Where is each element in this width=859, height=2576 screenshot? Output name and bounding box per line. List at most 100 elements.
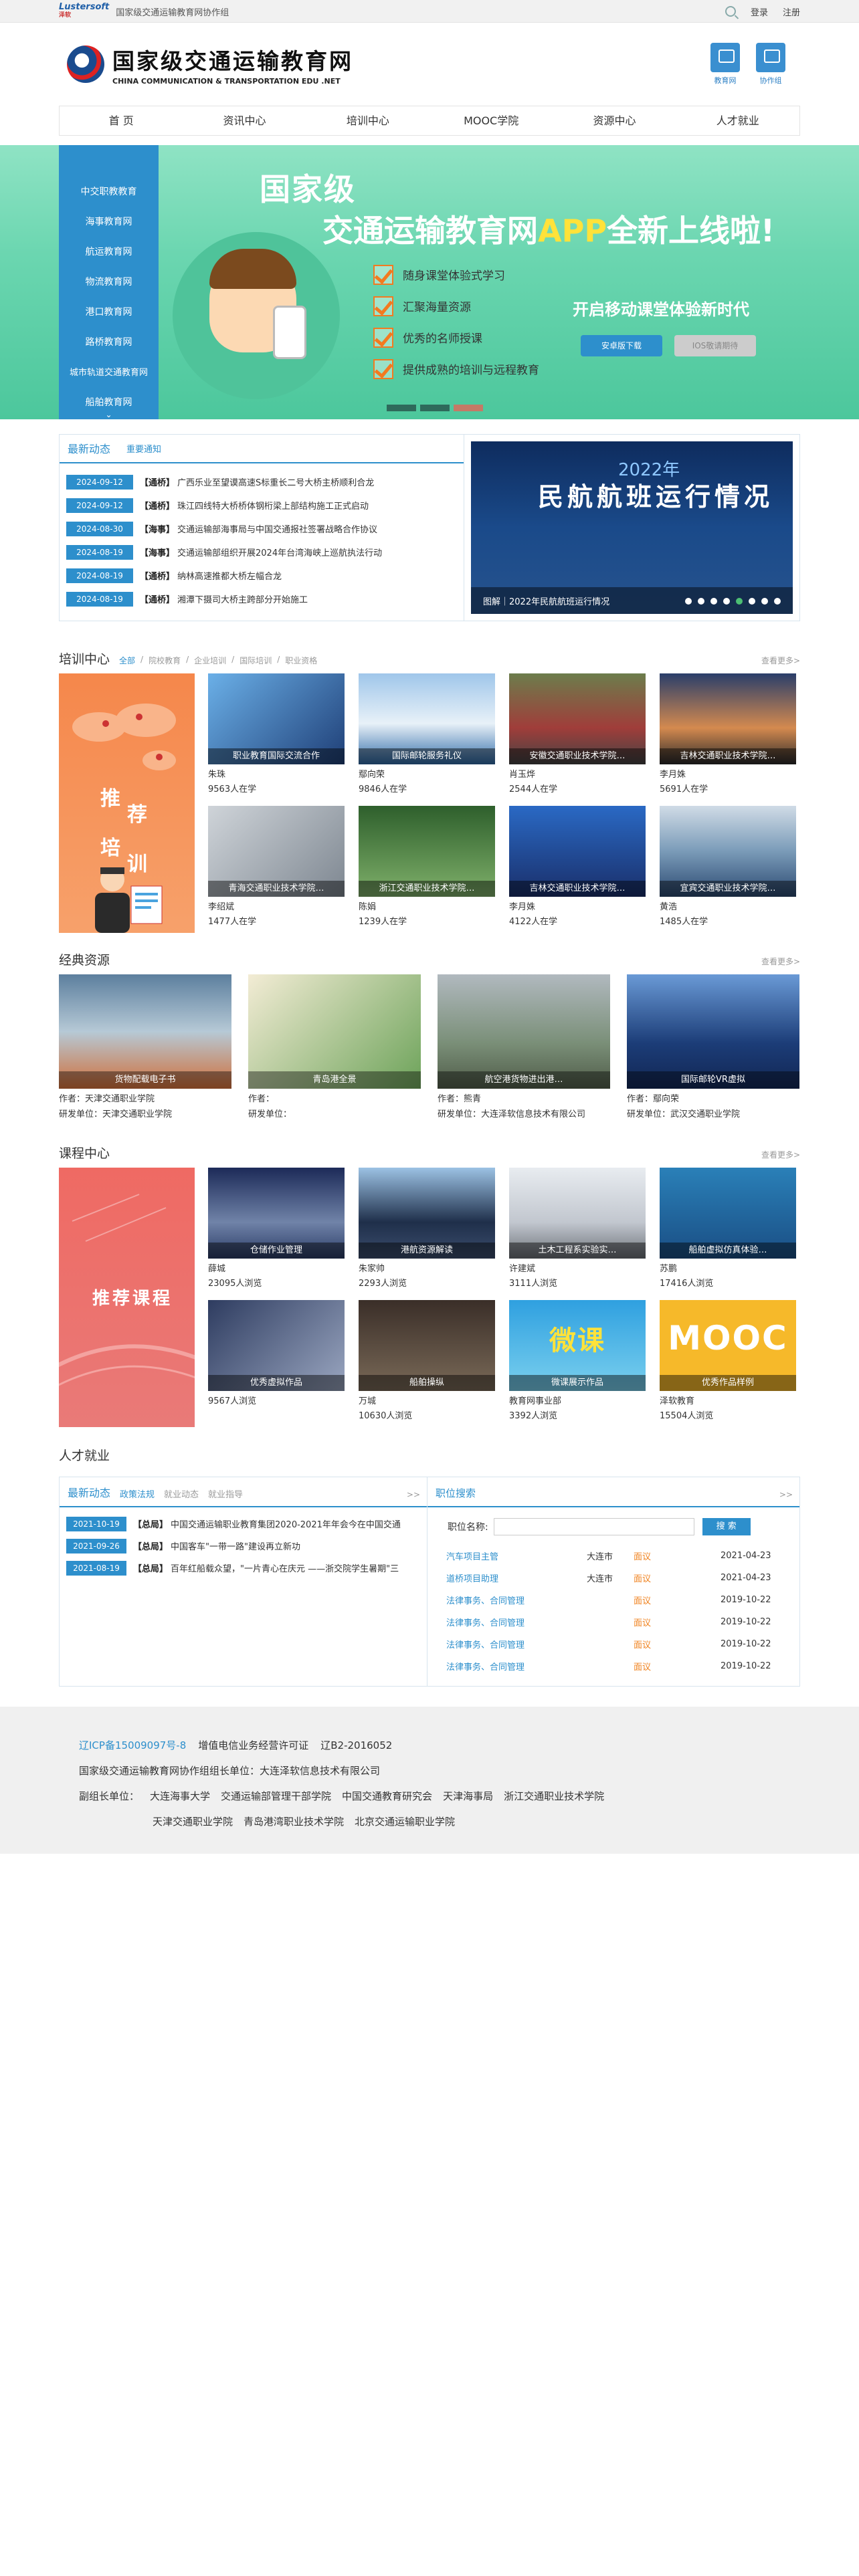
vice-unit-link[interactable]: 浙江交通职业技术学院 <box>504 1789 604 1803</box>
slide-dot[interactable] <box>685 598 692 605</box>
talent-news-item[interactable]: 2021-09-26 【总局】 中国客车"一带一路"建设再立新功 <box>60 1535 427 1557</box>
nav-resources[interactable]: 资源中心 <box>553 106 676 135</box>
job-row[interactable]: 法律事务、合同管理 面议 2019-10-22 <box>446 1633 781 1655</box>
login-link[interactable]: 登录 <box>751 5 768 18</box>
news-item[interactable]: 2024-08-19 【海事】 交通运输部组织开展2024年台湾海峡上巡航执法行动 <box>66 540 457 564</box>
ios-download-button[interactable]: IOS敬请期待 <box>674 335 756 356</box>
tab-job-news[interactable]: 就业动态 <box>164 1487 199 1506</box>
course-card[interactable]: 船舶操纵 万城 10630人浏览 <box>359 1300 495 1427</box>
slide-dot[interactable] <box>774 598 781 605</box>
vice-unit-link[interactable]: 中国交通教育研究会 <box>342 1789 432 1803</box>
news-item[interactable]: 2024-08-19 【通桥】 湘潭下摄司大桥主跨部分开始施工 <box>66 587 457 611</box>
course-card[interactable]: 港航资源解读 朱家帅 2293人浏览 <box>359 1168 495 1295</box>
collab-group-button[interactable]: 协作组 <box>756 43 785 86</box>
nav-news[interactable]: 资讯中心 <box>183 106 306 135</box>
side-menu-item[interactable]: 城市轨道交通教育网 <box>59 358 159 388</box>
training-card[interactable]: 安徽交通职业技术学院… 肖玉烨 2544人在学 <box>509 673 646 800</box>
resource-card[interactable]: 货物配载电子书 作者：天津交通职业学院 研发单位：天津交通职业学院 <box>59 974 231 1119</box>
job-row[interactable]: 道桥项目助理 大连市 面议 2021-04-23 <box>446 1567 781 1589</box>
news-item[interactable]: 2024-08-19 【通桥】 纳林高速推都大桥左幅合龙 <box>66 564 457 587</box>
tab-important-notice[interactable]: 重要通知 <box>126 442 161 462</box>
resource-card[interactable]: 青岛港全景 作者： 研发单位： <box>248 974 421 1119</box>
news-item[interactable]: 2024-08-30 【海事】 交通运输部海事局与中国交通报社签署战略合作协议 <box>66 517 457 540</box>
banner-dot[interactable] <box>420 405 450 411</box>
tab-talent-latest[interactable]: 最新动态 <box>68 1484 110 1506</box>
vice-unit-link[interactable]: 天津交通职业学院 <box>153 1814 233 1828</box>
edu-net-button[interactable]: 教育网 <box>710 43 740 86</box>
vice-unit-link[interactable]: 交通运输部管理干部学院 <box>221 1789 331 1803</box>
vice-unit-link[interactable]: 青岛港湾职业技术学院 <box>244 1814 344 1828</box>
banner-dot-active[interactable] <box>454 405 483 411</box>
news-item[interactable]: 2024-09-12 【通桥】 珠江四线特大桥桥体钢桁梁上部结构施工正式启动 <box>66 494 457 517</box>
vice-unit-link[interactable]: 大连海事大学 <box>150 1789 210 1803</box>
course-card[interactable]: 仓储作业管理 薛城 23095人浏览 <box>208 1168 345 1295</box>
news-item[interactable]: 2024-09-12 【通桥】 广西乐业至望谟高速S标重长二号大桥主桥顺利合龙 <box>66 470 457 494</box>
talent-more-arrows[interactable]: >> <box>407 1490 420 1499</box>
course-card[interactable]: MOOC 优秀作品样例 泽软教育 15504人浏览 <box>660 1300 796 1427</box>
side-menu-item[interactable]: 中交职教教育 <box>59 177 159 207</box>
side-menu-item[interactable]: 物流教育网 <box>59 267 159 298</box>
side-menu-item[interactable]: 港口教育网 <box>59 298 159 328</box>
nav-home[interactable]: 首 页 <box>60 106 183 135</box>
recommended-training-banner[interactable]: 推 荐 培 训 <box>59 673 195 933</box>
course-card[interactable]: 船舶虚拟仿真体验… 苏鹏 17416人浏览 <box>660 1168 796 1295</box>
nav-jobs[interactable]: 人才就业 <box>676 106 799 135</box>
nav-mooc[interactable]: MOOC学院 <box>430 106 553 135</box>
tab-latest-news[interactable]: 最新动态 <box>68 440 110 462</box>
course-more-link[interactable]: 查看更多> <box>761 1149 800 1160</box>
course-card[interactable]: 优秀虚拟作品 9567人浏览 <box>208 1300 345 1427</box>
side-menu-item[interactable]: 航运教育网 <box>59 237 159 267</box>
training-card[interactable]: 国际邮轮服务礼仪 鄢向荣 9846人在学 <box>359 673 495 800</box>
icp-link[interactable]: 辽ICP备15009097号-8 <box>79 1738 186 1752</box>
training-card[interactable]: 青海交通职业技术学院… 李绍斌 1477人在学 <box>208 806 345 933</box>
training-filter-enterprise[interactable]: 企业培训 <box>194 655 226 666</box>
training-card[interactable]: 吉林交通职业技术学院… 李月姝 4122人在学 <box>509 806 646 933</box>
chevron-down-icon[interactable]: ⌄ <box>59 410 159 419</box>
search-icon[interactable] <box>725 6 736 17</box>
vice-unit-link[interactable]: 天津海事局 <box>443 1789 493 1803</box>
job-row[interactable]: 法律事务、合同管理 面议 2019-10-22 <box>446 1611 781 1633</box>
news-slideshow[interactable]: 2022年 民航航班运行情况 图解｜2022年民航航班运行情况 <box>471 441 793 614</box>
resource-card[interactable]: 国际邮轮VR虚拟 作者：鄢向荣 研发单位：武汉交通职业学院 <box>627 974 799 1119</box>
training-filter-international[interactable]: 国际培训 <box>240 655 272 666</box>
jobs-more-arrows[interactable]: >> <box>779 1490 793 1499</box>
job-name-input[interactable] <box>493 1518 694 1535</box>
training-more-link[interactable]: 查看更多> <box>761 655 800 666</box>
android-download-button[interactable]: 安卓版下载 <box>581 335 662 356</box>
register-link[interactable]: 注册 <box>783 5 800 18</box>
job-row[interactable]: 汽车项目主管 大连市 面议 2021-04-23 <box>446 1545 781 1567</box>
job-row[interactable]: 法律事务、合同管理 面议 2019-10-22 <box>446 1589 781 1611</box>
training-card[interactable]: 宜宾交通职业技术学院… 黄浩 1485人在学 <box>660 806 796 933</box>
slide-dot[interactable] <box>698 598 704 605</box>
slide-dot[interactable] <box>761 598 768 605</box>
training-card[interactable]: 浙江交通职业技术学院… 陈娟 1239人在学 <box>359 806 495 933</box>
nav-training[interactable]: 培训中心 <box>306 106 430 135</box>
classic-more-link[interactable]: 查看更多> <box>761 956 800 967</box>
lustersoft-logo[interactable]: Lustersoft 泽软 <box>59 3 109 19</box>
side-menu-item[interactable]: 海事教育网 <box>59 207 159 237</box>
slide-dot[interactable] <box>749 598 755 605</box>
job-row[interactable]: 法律事务、合同管理 面议 2019-10-22 <box>446 1655 781 1677</box>
hero-banner[interactable]: 中交职教教育 海事教育网 航运教育网 物流教育网 港口教育网 路桥教育网 城市轨… <box>0 145 859 419</box>
course-card[interactable]: 微课 微课展示作品 教育网事业部 3392人浏览 <box>509 1300 646 1427</box>
banner-dot[interactable] <box>387 405 416 411</box>
vice-unit-link[interactable]: 北京交通运输职业学院 <box>355 1814 455 1828</box>
training-filter-qualification[interactable]: 职业资格 <box>285 655 317 666</box>
recommended-courses-banner[interactable]: 推荐课程 <box>59 1168 195 1427</box>
training-card[interactable]: 职业教育国际交流合作 朱珠 9563人在学 <box>208 673 345 800</box>
talent-news-item[interactable]: 2021-10-19 【总局】 中国交通运输职业教育集团2020-2021年年会今在… <box>60 1513 427 1535</box>
tab-policy[interactable]: 政策法规 <box>120 1487 155 1506</box>
training-card[interactable]: 吉林交通职业技术学院… 李月姝 5691人在学 <box>660 673 796 800</box>
slide-dot[interactable] <box>710 598 717 605</box>
side-menu-item[interactable]: 路桥教育网 <box>59 328 159 358</box>
resource-card[interactable]: 航空港货物进出港… 作者：熊青 研发单位：大连泽软信息技术有限公司 <box>438 974 610 1119</box>
talent-news-item[interactable]: 2021-08-19 【总局】 百年红船载众望，"一片青心在庆元 ——浙交院学生暑期… <box>60 1557 427 1579</box>
training-filter-all[interactable]: 全部 <box>119 655 135 666</box>
tab-job-guide[interactable]: 就业指导 <box>208 1487 243 1506</box>
slide-dot[interactable] <box>723 598 730 605</box>
course-card[interactable]: 土木工程系实验实… 许建斌 3111人浏览 <box>509 1168 646 1295</box>
site-logo[interactable]: 国家级交通运输教育网 CHINA COMMUNICATION & TRANSPO… <box>67 43 353 86</box>
job-search-button[interactable]: 搜 索 <box>702 1518 751 1535</box>
slide-dot-active[interactable] <box>736 598 743 605</box>
training-filter-school[interactable]: 院校教育 <box>149 655 181 666</box>
